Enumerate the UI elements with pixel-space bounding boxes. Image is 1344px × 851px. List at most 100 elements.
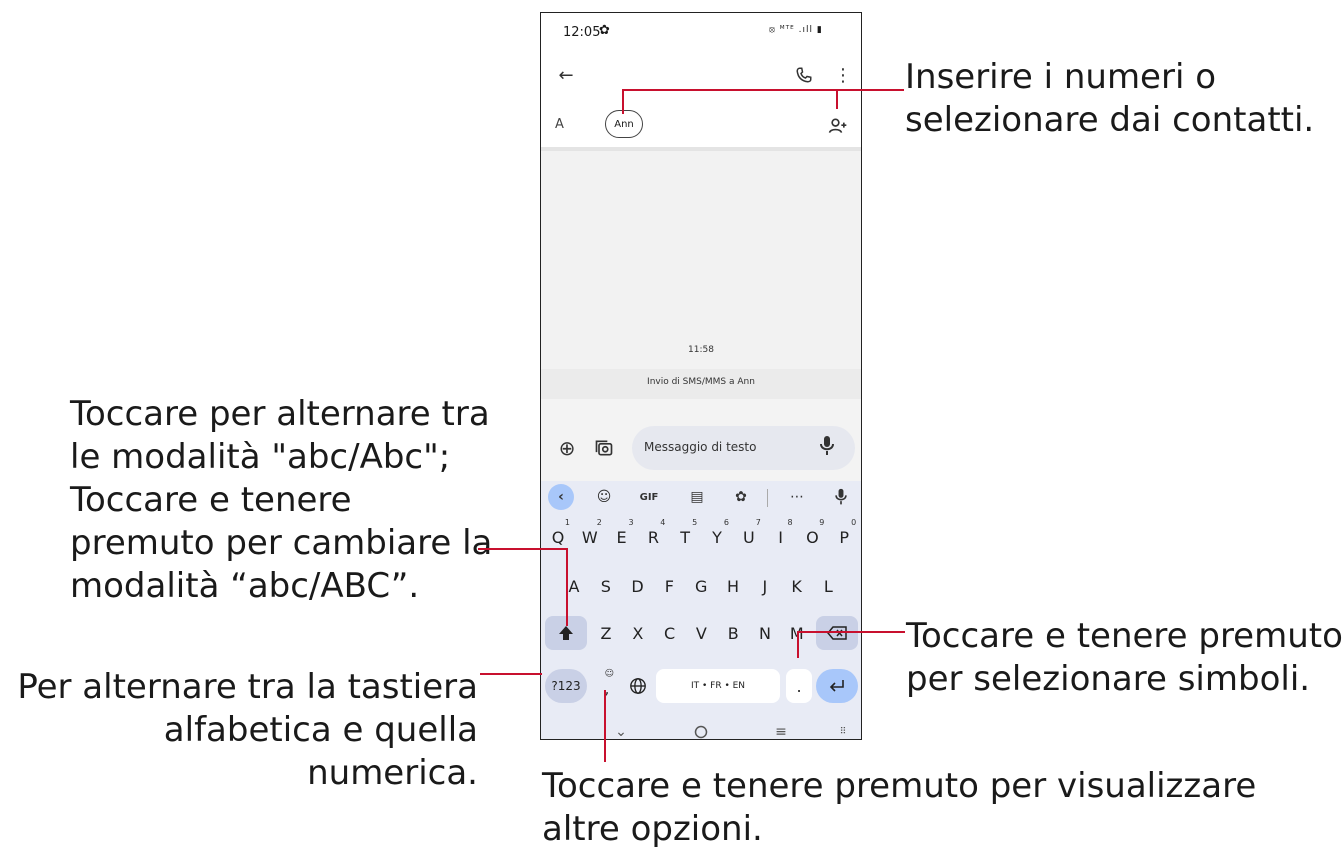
annotation-contacts: Inserire i numeri o selezionare dai cont… xyxy=(905,56,1314,142)
key-label: Q xyxy=(551,527,565,547)
add-attachment-icon[interactable]: ⊕ xyxy=(555,436,579,460)
recipient-chip[interactable]: Ann xyxy=(605,110,643,138)
key-r[interactable]: R4 xyxy=(638,518,668,554)
gallery-camera-icon[interactable] xyxy=(592,436,616,460)
keyboard-settings-icon[interactable]: ✿ xyxy=(728,484,754,510)
status-time: 12:05 xyxy=(563,25,601,40)
annotation-line: Toccare per alternare tra xyxy=(70,394,490,434)
annotation-line: altre opzioni. xyxy=(542,809,763,849)
key-a[interactable]: A xyxy=(559,569,589,603)
key-h[interactable]: H xyxy=(718,569,748,603)
pointer-line xyxy=(480,673,542,675)
home-icon[interactable] xyxy=(681,715,721,739)
backspace-key[interactable] xyxy=(816,616,858,650)
key-i[interactable]: I8 xyxy=(766,518,796,554)
key-g[interactable]: G xyxy=(686,569,716,603)
key-w[interactable]: W2 xyxy=(575,518,605,554)
key-j[interactable]: J xyxy=(750,569,780,603)
sms-info-text: Invio di SMS/MMS a Ann xyxy=(647,377,755,387)
annotation-options: Toccare e tenere premuto per visualizzar… xyxy=(542,765,1256,851)
pointer-line xyxy=(622,89,904,91)
key-label: I xyxy=(778,527,783,547)
key-d[interactable]: D xyxy=(623,569,653,603)
to-label: A xyxy=(555,117,564,132)
key-label: T xyxy=(680,527,691,547)
back-arrow-icon[interactable]: ← xyxy=(554,63,578,87)
collapse-toolbar-icon[interactable]: ‹ xyxy=(548,484,574,510)
symbols-key[interactable]: ?123 xyxy=(545,669,587,703)
pointer-line xyxy=(622,90,624,114)
hide-keyboard-icon[interactable]: ⌄ xyxy=(601,715,641,739)
key-number-hint: 6 xyxy=(723,518,729,527)
comma-key[interactable]: ☺ , xyxy=(594,669,620,703)
key-number-hint: 2 xyxy=(596,518,602,527)
pointer-line xyxy=(604,690,606,762)
annotation-line: Toccare e tenere xyxy=(70,480,352,520)
status-icons: ⦻ ᴹᵀᴱ .ıll ▮ xyxy=(769,25,823,35)
recents-icon[interactable]: ≡ xyxy=(761,715,801,739)
key-u[interactable]: U7 xyxy=(734,518,764,554)
key-s[interactable]: S xyxy=(591,569,621,603)
key-label: Y xyxy=(712,527,722,547)
key-number-hint: 9 xyxy=(819,518,825,527)
key-o[interactable]: O9 xyxy=(797,518,827,554)
space-key[interactable]: IT • FR • EN xyxy=(656,669,780,703)
key-l[interactable]: L xyxy=(813,569,843,603)
key-n[interactable]: N xyxy=(750,616,780,650)
period-key[interactable]: . xyxy=(786,669,812,703)
key-label: E xyxy=(616,527,627,547)
key-number-hint: 5 xyxy=(692,518,698,527)
pointer-line xyxy=(836,89,838,109)
key-number-hint: 3 xyxy=(628,518,634,527)
key-label: P xyxy=(839,527,850,547)
pointer-line xyxy=(566,548,568,626)
voice-input-icon[interactable] xyxy=(828,484,854,510)
toolbar-divider xyxy=(767,489,768,507)
key-k[interactable]: K xyxy=(782,569,812,603)
emoji-hint-icon: ☺ xyxy=(604,669,614,679)
message-timestamp: 11:58 xyxy=(688,345,714,355)
annotation-line: selezionare dai contatti. xyxy=(905,100,1315,140)
key-v[interactable]: V xyxy=(686,616,716,650)
more-options-button[interactable]: ⋯ xyxy=(784,484,810,510)
message-input[interactable]: Messaggio di testo xyxy=(632,426,855,470)
key-t[interactable]: T5 xyxy=(670,518,700,554)
annotation-line: Inserire i numeri o xyxy=(905,57,1217,97)
annotation-line: alfabetica e quella numerica. xyxy=(163,710,478,793)
key-y[interactable]: Y6 xyxy=(702,518,732,554)
enter-key[interactable] xyxy=(816,669,858,703)
key-number-hint: 7 xyxy=(755,518,761,527)
annotation-line: le modalità "abc/Abc"; xyxy=(70,437,451,477)
key-e[interactable]: E3 xyxy=(607,518,637,554)
language-globe-icon[interactable] xyxy=(625,669,651,703)
message-placeholder: Messaggio di testo xyxy=(644,440,757,454)
key-label: O xyxy=(806,527,819,547)
phone-call-icon[interactable] xyxy=(792,63,816,87)
gif-button[interactable]: GIF xyxy=(636,484,662,510)
annotation-line: Toccare e tenere premuto per visualizzar… xyxy=(542,766,1257,806)
pointer-line xyxy=(797,631,799,658)
keyboard-switch-icon[interactable]: ⠿ xyxy=(831,715,855,739)
key-z[interactable]: Z xyxy=(591,616,621,650)
annotation-line: Toccare e tenere premuto xyxy=(906,616,1343,656)
key-number-hint: 4 xyxy=(660,518,666,527)
key-p[interactable]: P0 xyxy=(829,518,859,554)
key-label: W xyxy=(581,527,598,547)
key-label: U xyxy=(742,527,755,547)
key-f[interactable]: F xyxy=(654,569,684,603)
sticker-icon[interactable]: ☺ xyxy=(591,484,617,510)
keyboard: ‹ ☺ GIF ▤ ✿ ⋯ Q1W2E3R4T5Y6U7I8O9P0 ASDFG… xyxy=(541,481,861,739)
key-b[interactable]: B xyxy=(718,616,748,650)
pointer-line xyxy=(797,631,905,633)
key-number-hint: 8 xyxy=(787,518,793,527)
microphone-icon[interactable] xyxy=(820,435,834,461)
key-x[interactable]: X xyxy=(623,616,653,650)
clipboard-icon[interactable]: ▤ xyxy=(684,484,710,510)
annotation-line: per selezionare simboli. xyxy=(906,659,1311,699)
annotation-shift: Toccare per alternare tra le modalità "a… xyxy=(70,393,492,608)
key-label: R xyxy=(647,527,659,547)
annotation-line: Per alternare tra la tastiera xyxy=(17,667,478,707)
more-vert-icon[interactable]: ⋮ xyxy=(831,63,855,87)
key-c[interactable]: C xyxy=(655,616,685,650)
add-contact-icon[interactable] xyxy=(826,114,850,138)
